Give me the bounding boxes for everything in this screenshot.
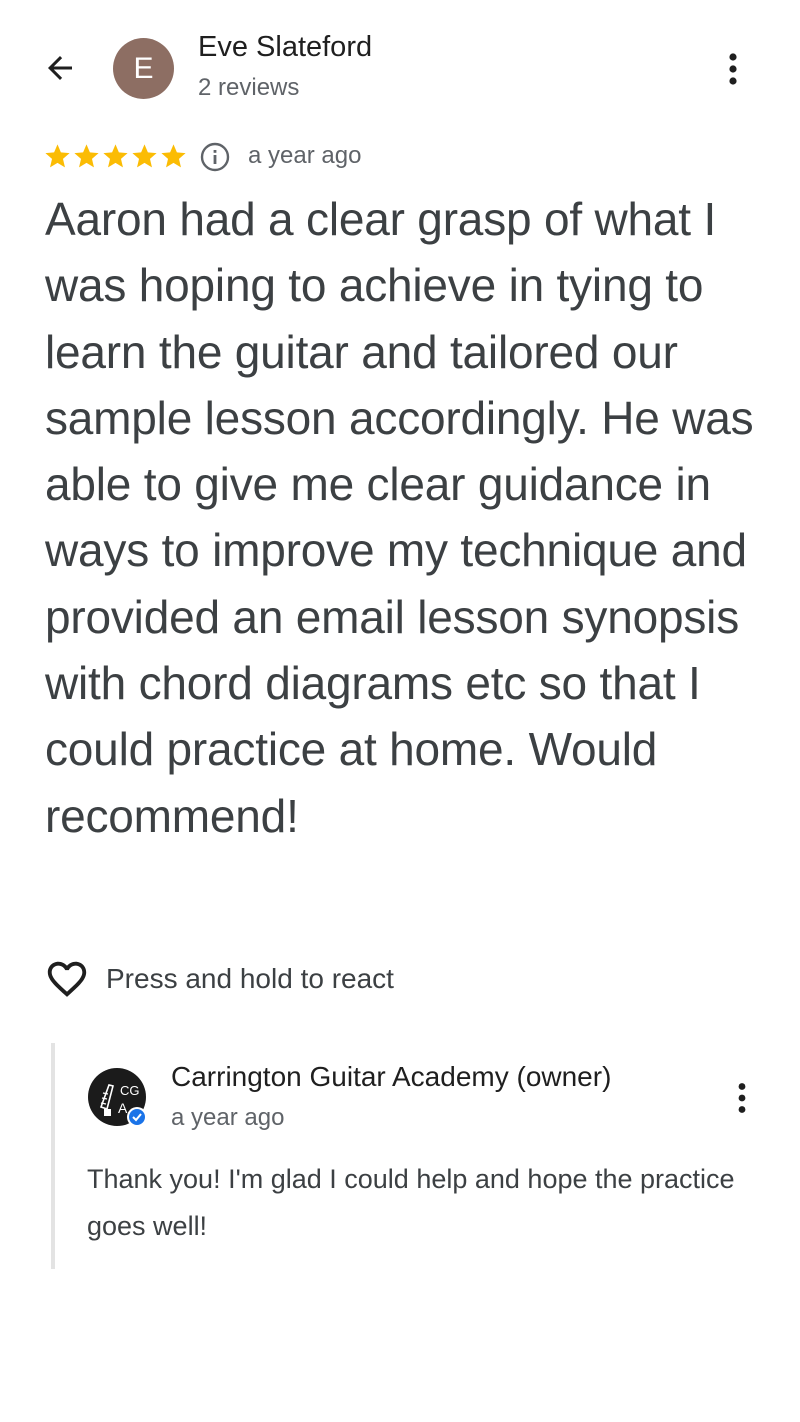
owner-logo-text-bottom: A — [118, 1100, 128, 1116]
info-icon[interactable] — [200, 142, 230, 172]
owner-logo-text-top: CG — [120, 1083, 140, 1098]
heart-outline-icon — [47, 961, 87, 997]
owner-reply-text: Thank you! I'm glad I could help and hop… — [87, 1164, 735, 1241]
star-icon — [161, 144, 186, 168]
arrow-back-icon — [48, 56, 72, 80]
star-rating — [43, 142, 188, 171]
owner-name[interactable]: Carrington Guitar Academy (owner) — [171, 1061, 611, 1093]
review-text: Aaron had a clear grasp of what I was ho… — [45, 193, 754, 842]
owner-reply-time: a year ago — [171, 1104, 285, 1131]
star-icon — [103, 144, 128, 168]
reviewer-avatar[interactable]: E — [113, 38, 174, 99]
verified-badge-icon — [127, 1107, 147, 1127]
more-vertical-icon — [738, 1083, 746, 1113]
react-button[interactable]: Press and hold to react — [44, 956, 394, 1002]
star-icon — [74, 144, 99, 168]
owner-avatar[interactable]: CG A — [87, 1067, 147, 1127]
review-time: a year ago — [248, 142, 362, 169]
back-button[interactable] — [36, 44, 84, 92]
review-more-options-button[interactable] — [712, 46, 754, 92]
star-icon — [45, 144, 70, 168]
react-label: Press and hold to react — [106, 963, 394, 994]
reviewer-name[interactable]: Eve Slateford — [198, 31, 372, 64]
star-icon — [132, 144, 157, 168]
more-vertical-icon — [729, 53, 737, 85]
reply-divider-bar — [51, 1043, 55, 1269]
reviewer-review-count: 2 reviews — [198, 74, 300, 101]
owner-reply-more-options-button[interactable] — [722, 1076, 762, 1120]
